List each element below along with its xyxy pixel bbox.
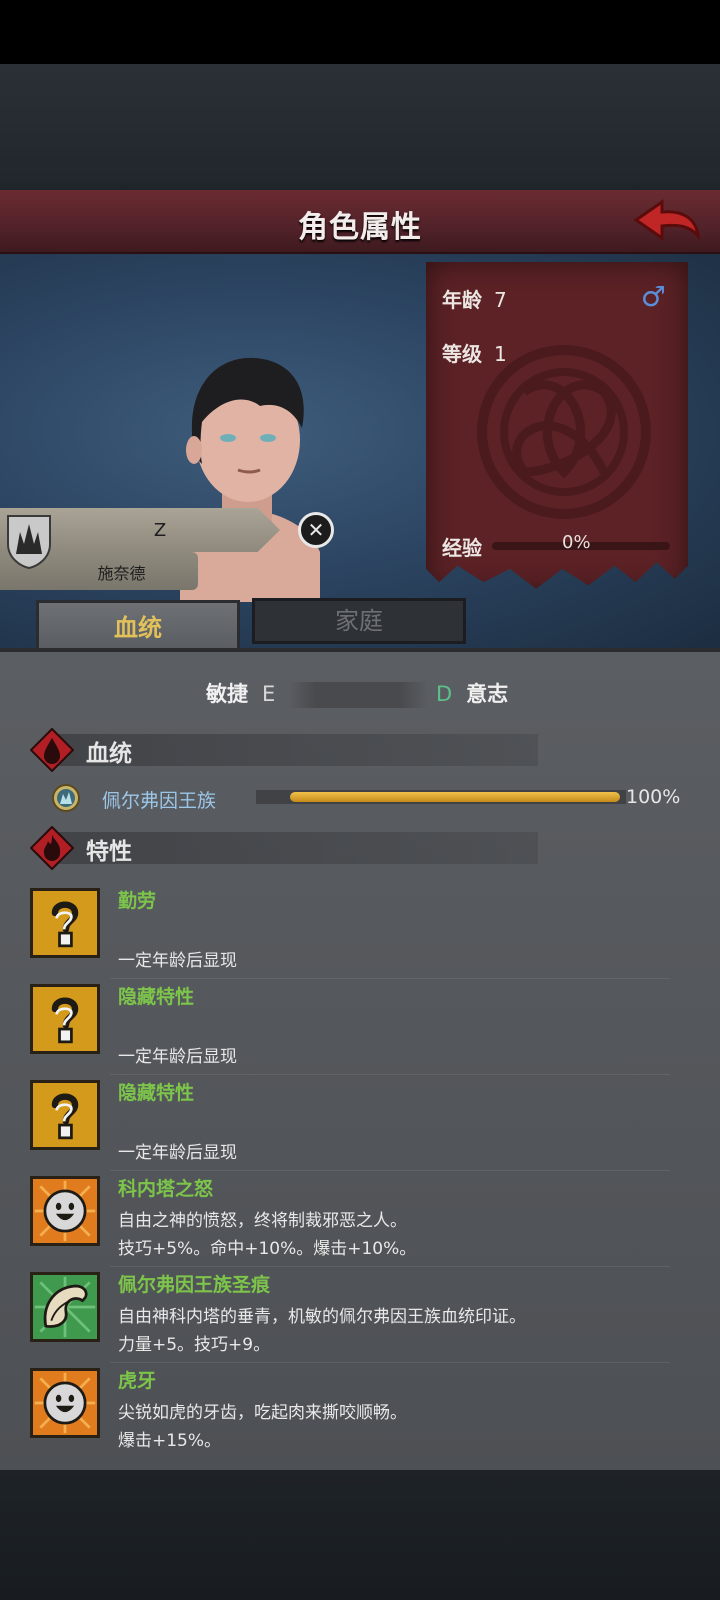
lineage-row[interactable]: 佩尔弗因王族 100% xyxy=(0,780,720,816)
trait-description: 尖锐如虎的牙齿，吃起肉来撕咬顺畅。 xyxy=(118,1403,407,1423)
top-background xyxy=(0,64,720,190)
male-icon: ♂ xyxy=(640,280,666,313)
level-label: 等级 xyxy=(442,342,482,366)
main-panel: 敏捷 E D 意志 血统 佩尔弗因王族 100% 特性 勤劳 一定年龄后显现 隐… xyxy=(0,648,720,1474)
question-mark-icon xyxy=(30,984,100,1054)
trait-effect: 力量+5。技巧+9。 xyxy=(118,1335,271,1355)
divider xyxy=(110,1074,670,1075)
trait-item[interactable]: 科内塔之怒 自由之神的愤怒，终将制裁邪恶之人。 技巧+5%。命中+10%。爆击+… xyxy=(0,1170,720,1266)
trait-effect: 技巧+5%。命中+10%。爆击+10%。 xyxy=(118,1239,417,1259)
divider xyxy=(110,1170,670,1171)
question-mark-icon xyxy=(30,888,100,958)
exp-value: 0% xyxy=(562,532,591,553)
bottom-background xyxy=(0,1470,720,1600)
age-label: 年龄 xyxy=(442,288,482,312)
status-bar xyxy=(0,0,720,64)
lineage-crest-icon xyxy=(52,784,80,812)
trait-item[interactable]: 佩尔弗因王族圣痕 自由神科内塔的垂青，机敏的佩尔弗因王族血统印证。 力量+5。技… xyxy=(0,1266,720,1362)
tab-lineage[interactable]: 血统 xyxy=(36,600,240,650)
clan-shield-icon xyxy=(7,515,51,570)
level-value: 1 xyxy=(494,342,507,366)
stat-left-grade: E xyxy=(262,682,276,706)
lineage-progress-bar xyxy=(290,792,620,802)
stat-right: D 意志 xyxy=(436,678,508,708)
question-mark-icon xyxy=(30,1080,100,1150)
trait-name: 隐藏特性 xyxy=(118,1082,195,1104)
trait-name: 虎牙 xyxy=(118,1370,157,1392)
trait-item[interactable]: 隐藏特性 一定年龄后显现 xyxy=(0,1074,720,1170)
lineage-section-header: 血统 xyxy=(30,728,550,772)
title-bar: 角色属性 xyxy=(0,190,720,255)
divider xyxy=(110,1362,670,1363)
flame-icon xyxy=(30,826,74,870)
tab-family[interactable]: 家庭 xyxy=(252,598,466,644)
feather-swirl-icon xyxy=(30,1272,100,1342)
divider xyxy=(110,1266,670,1267)
trait-effect: 爆击+15%。 xyxy=(118,1431,222,1451)
traits-section-title: 特性 xyxy=(86,839,132,865)
age-row: 年龄 7 xyxy=(442,284,507,313)
trait-name: 隐藏特性 xyxy=(118,986,195,1008)
trait-effect: 一定年龄后显现 xyxy=(118,1143,237,1163)
smiley-face-icon xyxy=(30,1176,100,1246)
smiley-face-icon xyxy=(30,1368,100,1438)
lineage-section-title: 血统 xyxy=(86,741,132,767)
trait-name: 佩尔弗因王族圣痕 xyxy=(118,1274,271,1296)
stat-compare-bar xyxy=(288,682,428,708)
trait-name: 勤劳 xyxy=(118,890,157,912)
lineage-percent: 100% xyxy=(626,786,681,808)
back-arrow-icon[interactable] xyxy=(632,198,702,244)
trait-name: 科内塔之怒 xyxy=(118,1178,214,1200)
stat-left: 敏捷 E xyxy=(206,678,275,708)
age-value: 7 xyxy=(494,288,507,312)
info-banner: 年龄 7 ♂ 等级 1 经验 0% xyxy=(426,262,688,589)
exp-label: 经验 xyxy=(442,536,482,560)
traits-section-header: 特性 xyxy=(30,826,550,870)
trait-item[interactable]: 勤劳 一定年龄后显现 xyxy=(0,884,720,978)
trait-effect: 一定年龄后显现 xyxy=(118,951,237,971)
trait-effect: 一定年龄后显现 xyxy=(118,1047,237,1067)
trait-item[interactable]: 隐藏特性 一定年龄后显现 xyxy=(0,978,720,1074)
trait-description: 自由神科内塔的垂青，机敏的佩尔弗因王族血统印证。 xyxy=(118,1307,526,1327)
stat-right-grade: D xyxy=(436,682,453,706)
stat-right-name: 意志 xyxy=(466,682,509,706)
stat-row: 敏捷 E D 意志 xyxy=(0,678,720,712)
character-hero: Z 施奈德 ✕ 年龄 7 ♂ 等级 1 经验 0% xyxy=(0,254,720,648)
close-icon[interactable]: ✕ xyxy=(298,512,334,548)
lineage-name: 佩尔弗因王族 xyxy=(102,790,217,812)
blood-drop-icon xyxy=(30,728,74,772)
trait-description: 自由之神的愤怒，终将制裁邪恶之人。 xyxy=(118,1211,407,1231)
page-title: 角色属性 xyxy=(298,210,422,245)
stat-left-name: 敏捷 xyxy=(206,682,248,706)
trait-item[interactable]: 虎牙 尖锐如虎的牙齿，吃起肉来撕咬顺畅。 爆击+15%。 xyxy=(0,1362,720,1458)
level-row: 等级 1 xyxy=(442,338,507,367)
celtic-knot-icon xyxy=(477,345,651,519)
divider xyxy=(110,978,670,979)
